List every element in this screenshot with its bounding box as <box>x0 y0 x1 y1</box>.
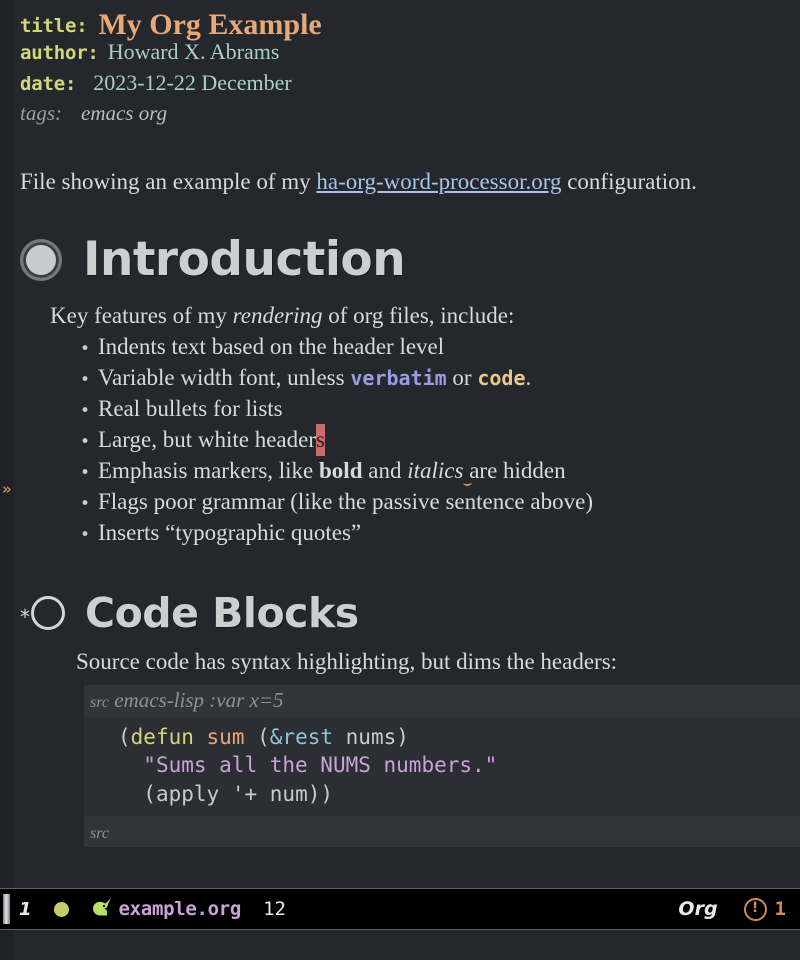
bullet4-pre: Large, but white header <box>98 427 316 453</box>
src-block-begin: src emacs-lisp :var x=5 <box>84 685 800 717</box>
author-line: author: Howard X. Abrams <box>20 39 800 70</box>
src-begin-keyword: src <box>90 694 109 712</box>
code-sample: code <box>477 366 526 391</box>
verbatim-sample: verbatim <box>350 366 447 391</box>
document-title: My Org Example <box>98 8 322 41</box>
buffer-name[interactable]: example.org <box>119 898 242 920</box>
introduction-body: Key features of my rendering of org file… <box>50 300 800 548</box>
heading-bullet-icon <box>31 596 65 631</box>
list-item: • Flags poor grammar (like the passive s… <box>80 486 800 517</box>
window-indicator-bar <box>3 894 10 924</box>
lead-part1: Key features of my <box>50 302 233 328</box>
tags-line: tags: emacs org <box>20 101 800 135</box>
date-line: date: 2023-12-22 December <box>20 70 800 101</box>
src-block-end: src <box>84 816 800 848</box>
bullet2-mid: or <box>446 365 478 391</box>
minibuffer[interactable] <box>0 930 800 960</box>
lead-emphasis: rendering <box>232 302 323 328</box>
bullet5-post: are hidden <box>463 458 566 484</box>
list-bullet-icon: • <box>80 401 91 422</box>
code-blocks-body: Source code has syntax highlighting, but… <box>76 646 800 848</box>
list-bullet-icon: • <box>80 525 91 546</box>
key-features-lead: Key features of my rendering of org file… <box>50 300 800 331</box>
error-count: 1 <box>774 898 786 920</box>
src-block[interactable]: src emacs-lisp :var x=5 (defun sum (&res… <box>84 685 800 848</box>
list-item: • Variable width font, unless verbatim o… <box>80 362 800 393</box>
heading-introduction-label: Introduction <box>83 232 406 288</box>
minibuffer-fringe <box>0 930 14 960</box>
buffer-position: 12 <box>263 898 286 920</box>
document-tags: emacs org <box>81 101 168 125</box>
author-keyword: author: <box>20 42 99 64</box>
list-item-text: Real bullets for lists <box>98 396 283 422</box>
error-exclamation-icon: ! <box>743 897 767 921</box>
mode-line[interactable]: 1 example.org 12 Org ! 1 <box>0 888 800 930</box>
source-code-lead: Source code has syntax highlighting, but… <box>76 649 618 675</box>
list-bullet-icon: • <box>80 370 91 391</box>
list-item-text: Flags poor grammar (like the passive sen… <box>98 489 593 515</box>
bold-sample: bold <box>319 458 363 484</box>
features-list: • Indents text based on the header level… <box>80 331 800 548</box>
bullet5-mid: and <box>362 458 408 484</box>
src-block-code[interactable]: (defun sum (&rest nums) "Sums all the NU… <box>84 717 800 817</box>
window-number: 1 <box>19 898 32 920</box>
list-bullet-icon: • <box>80 339 91 360</box>
list-item: • Inserts “typographic quotes” <box>80 517 800 548</box>
left-fringe: » <box>0 0 14 888</box>
heading-code-blocks[interactable]: * Code Blocks <box>20 584 800 642</box>
heading-bullet-icon <box>20 238 62 281</box>
heading-star-marker: * <box>20 605 30 630</box>
bullet5-pre: Emphasis markers, like <box>98 458 320 484</box>
error-indicator[interactable]: ! 1 <box>743 897 786 921</box>
list-item-text: Emphasis markers, like bold and italics … <box>98 455 566 486</box>
bullet2-pre: Variable width font, unless <box>98 365 351 391</box>
list-item-text: Inserts “typographic quotes” <box>98 520 362 546</box>
buffer-content: title: My Org Example author: Howard X. … <box>0 0 800 848</box>
emacs-frame: » title: My Org Example author: Howard X… <box>0 0 800 960</box>
list-bullet-icon: • <box>80 494 91 515</box>
major-mode-label[interactable]: Org <box>678 898 717 920</box>
text-cursor: s <box>315 424 325 457</box>
title-line: title: My Org Example <box>20 8 800 41</box>
document-date: 2023-12-22 December <box>93 70 292 95</box>
org-file-link[interactable]: ha-org-word-processor.org <box>316 169 561 194</box>
org-unicorn-icon <box>91 897 113 922</box>
list-bullet-icon: • <box>80 463 91 484</box>
list-item: • Real bullets for lists <box>80 393 800 424</box>
heading-code-blocks-label: Code Blocks <box>85 589 359 638</box>
date-keyword: date: <box>20 73 77 95</box>
heading-introduction[interactable]: Introduction <box>20 230 800 290</box>
list-item: • Indents text based on the header level <box>80 331 800 362</box>
bullet2-post: . <box>525 365 532 391</box>
intro-text-after: configuration. <box>561 169 697 194</box>
org-buffer[interactable]: » title: My Org Example author: Howard X… <box>0 0 800 888</box>
intro-paragraph: File showing an example of my ha-org-wor… <box>20 168 800 197</box>
document-author: Howard X. Abrams <box>107 39 280 64</box>
buffer-status-dot-icon <box>53 901 69 917</box>
src-begin-args: emacs-lisp :var x=5 <box>114 688 284 713</box>
italics-sample: italics <box>407 458 464 484</box>
list-item: • Emphasis markers, like bold and italic… <box>80 455 800 486</box>
list-item-text: Variable width font, unless verbatim or … <box>98 362 531 393</box>
list-item-text: Large, but white headers <box>98 424 325 457</box>
continuation-marker-icon: » <box>2 480 12 498</box>
lead-part2: of org files, include: <box>322 302 515 328</box>
list-item-text: Indents text based on the header level <box>98 334 445 360</box>
list-item: • Large, but white headers <box>80 424 800 457</box>
tags-keyword: tags: <box>20 101 62 125</box>
list-bullet-icon: • <box>80 432 91 453</box>
src-end-keyword: src <box>90 825 109 843</box>
intro-text-before: File showing an example of my <box>20 169 317 194</box>
title-keyword: title: <box>20 15 88 37</box>
